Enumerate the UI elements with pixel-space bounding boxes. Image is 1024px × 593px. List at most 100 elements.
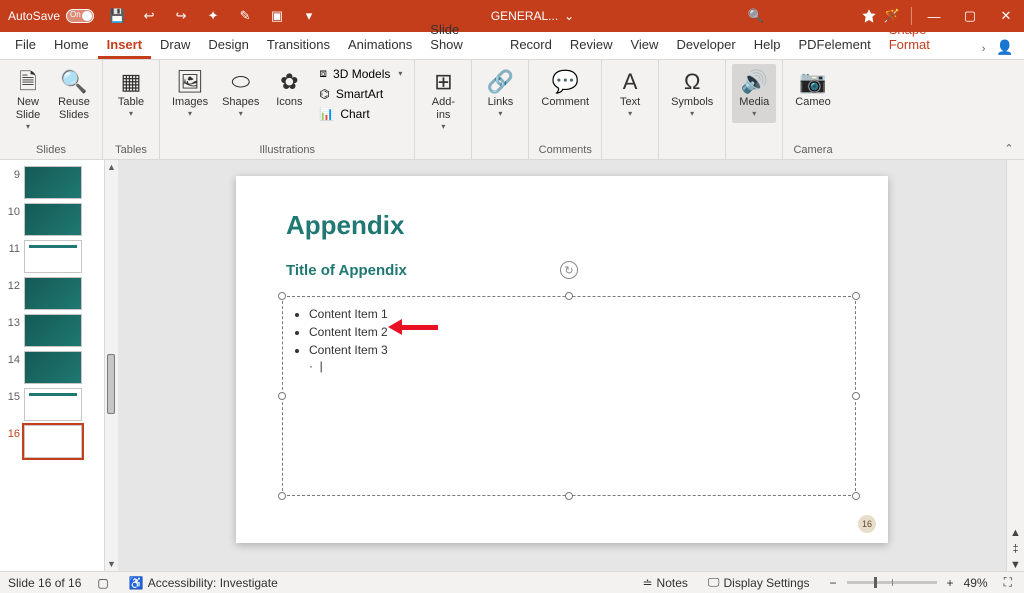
tab-home[interactable]: Home [45, 33, 98, 59]
notes-button[interactable]: ≐ Notes [638, 572, 691, 593]
resize-handle[interactable] [565, 492, 573, 500]
zoom-out-button[interactable]: − [826, 576, 841, 590]
slide-thumb-9[interactable] [24, 166, 82, 199]
resize-handle[interactable] [278, 392, 286, 400]
draw-icon[interactable]: ✎ [230, 0, 260, 32]
bullet-item[interactable]: Content Item 3 [309, 341, 855, 359]
resize-handle[interactable] [852, 492, 860, 500]
slide-canvas[interactable]: Appendix Title of Appendix Content Item … [236, 176, 888, 543]
images-icon: 🖼 [176, 68, 204, 96]
tab-draw[interactable]: Draw [151, 33, 199, 59]
tab-slideshow[interactable]: Slide Show [421, 18, 501, 59]
images-button[interactable]: 🖼 Images ▾ [166, 64, 214, 123]
icons-button[interactable]: ✿ Icons [267, 64, 311, 113]
resize-handle[interactable] [565, 292, 573, 300]
tab-design[interactable]: Design [199, 33, 257, 59]
share-button[interactable]: 👤 [991, 35, 1018, 59]
slide-thumb-10[interactable] [24, 203, 82, 236]
camera-icon: 📷 [799, 68, 826, 96]
table-icon: ▦ [121, 68, 142, 96]
comment-button[interactable]: 💬 Comment [535, 64, 595, 113]
addins-button[interactable]: ⊞ Add- ins ▾ [421, 64, 465, 136]
tab-developer[interactable]: Developer [667, 33, 744, 59]
reuse-slides-icon: 🔍 [60, 68, 87, 96]
zoom-in-button[interactable]: + [943, 576, 958, 590]
tab-insert[interactable]: Insert [98, 33, 151, 59]
tab-transitions[interactable]: Transitions [258, 33, 339, 59]
slide-thumb-14[interactable] [24, 351, 82, 384]
redo-icon[interactable]: ↪ [166, 0, 196, 32]
smartart-button[interactable]: ⌬SmartArt [313, 85, 408, 103]
slide-position: Slide 16 of 16 [8, 576, 81, 590]
tab-record[interactable]: Record [501, 33, 561, 59]
scroll-down-icon[interactable]: ▼ [105, 557, 118, 571]
chart-icon: 📊 [319, 107, 334, 121]
tab-animations[interactable]: Animations [339, 33, 421, 59]
display-settings-button[interactable]: 🖵 Display Settings [704, 572, 814, 593]
document-title-caret-icon[interactable]: ⌄ [564, 9, 574, 23]
autosave-toggle[interactable]: On [66, 9, 94, 23]
tab-overflow-icon[interactable]: › [976, 39, 992, 59]
group-tables-label: Tables [115, 142, 147, 159]
new-slide-button[interactable]: 🗎 New Slide ▾ [6, 64, 50, 136]
language-button[interactable]: ▢ [93, 572, 112, 593]
scrollbar-handle[interactable] [107, 354, 115, 414]
media-icon: 🔊 [741, 68, 768, 96]
symbols-button[interactable]: Ω Symbols ▾ [665, 64, 719, 123]
text-button[interactable]: A Text ▾ [608, 64, 652, 123]
rotate-handle-icon[interactable] [560, 261, 578, 279]
thumbnail-scrollbar[interactable]: ▲ ▼ [104, 160, 118, 571]
fit-icon[interactable]: ‡ [1007, 543, 1024, 555]
reuse-slides-button[interactable]: 🔍 Reuse Slides [52, 64, 96, 126]
slide-thumb-13[interactable] [24, 314, 82, 347]
fit-to-window-button[interactable]: ⛶ [1000, 572, 1016, 593]
slide-thumb-15[interactable] [24, 388, 82, 421]
resize-handle[interactable] [278, 492, 286, 500]
links-button[interactable]: 🔗 Links ▾ [478, 64, 522, 123]
slide-thumbnail-pane[interactable]: 9 10 11 12 13 14 15 16 ▲ ▼ [0, 160, 118, 571]
search-icon[interactable]: 🔍 [741, 0, 771, 32]
display-icon: 🖵 [708, 575, 720, 590]
icons-icon: ✿ [280, 68, 298, 96]
prev-slide-icon[interactable]: ▲ [1007, 527, 1024, 539]
touch-mode-icon[interactable]: ✦ [198, 0, 228, 32]
tab-review[interactable]: Review [561, 33, 622, 59]
resize-handle[interactable] [852, 392, 860, 400]
table-button[interactable]: ▦ Table ▾ [109, 64, 153, 123]
scroll-up-icon[interactable]: ▲ [105, 160, 118, 174]
addins-icon: ⊞ [434, 68, 452, 96]
group-comments-label: Comments [539, 142, 592, 159]
close-button[interactable]: ✕ [988, 0, 1024, 32]
slide-thumb-12[interactable] [24, 277, 82, 310]
slide-thumb-11[interactable] [24, 240, 82, 273]
zoom-slider[interactable] [847, 581, 937, 584]
cameo-button[interactable]: 📷 Cameo [789, 64, 836, 113]
undo-icon[interactable]: ↩ [134, 0, 164, 32]
qat-more-icon[interactable]: ▾ [294, 0, 324, 32]
collapse-ribbon-icon[interactable]: ⌃ [1000, 141, 1018, 155]
present-icon[interactable]: ▣ [262, 0, 292, 32]
slide-title[interactable]: Appendix [286, 210, 404, 241]
premium-icon[interactable] [861, 8, 877, 24]
group-slides-label: Slides [36, 142, 66, 159]
tab-file[interactable]: File [6, 33, 45, 59]
resize-handle[interactable] [278, 292, 286, 300]
next-slide-icon[interactable]: ▼ [1007, 559, 1024, 571]
slide-thumb-16[interactable] [24, 425, 82, 458]
3d-models-button[interactable]: ⧈3D Models▾ [313, 64, 408, 83]
resize-handle[interactable] [852, 292, 860, 300]
shapes-button[interactable]: ⬭ Shapes ▾ [216, 64, 265, 123]
accessibility-button[interactable]: ♿ Accessibility: Investigate [125, 572, 282, 593]
chart-button[interactable]: 📊Chart [313, 105, 408, 123]
notes-icon: ≐ [642, 576, 652, 590]
smartart-icon: ⌬ [319, 87, 329, 101]
save-icon[interactable]: 💾 [102, 0, 132, 32]
tab-view[interactable]: View [621, 33, 667, 59]
slide-subtitle[interactable]: Title of Appendix [286, 262, 407, 279]
media-button[interactable]: 🔊 Media ▾ [732, 64, 776, 123]
tab-help[interactable]: Help [745, 33, 790, 59]
tab-pdfelement[interactable]: PDFelement [789, 33, 879, 59]
tab-shape-format[interactable]: Shape Format [880, 18, 976, 59]
content-textbox[interactable]: Content Item 1 Content Item 2 Content It… [282, 296, 856, 496]
zoom-level[interactable]: 49% [964, 576, 988, 590]
